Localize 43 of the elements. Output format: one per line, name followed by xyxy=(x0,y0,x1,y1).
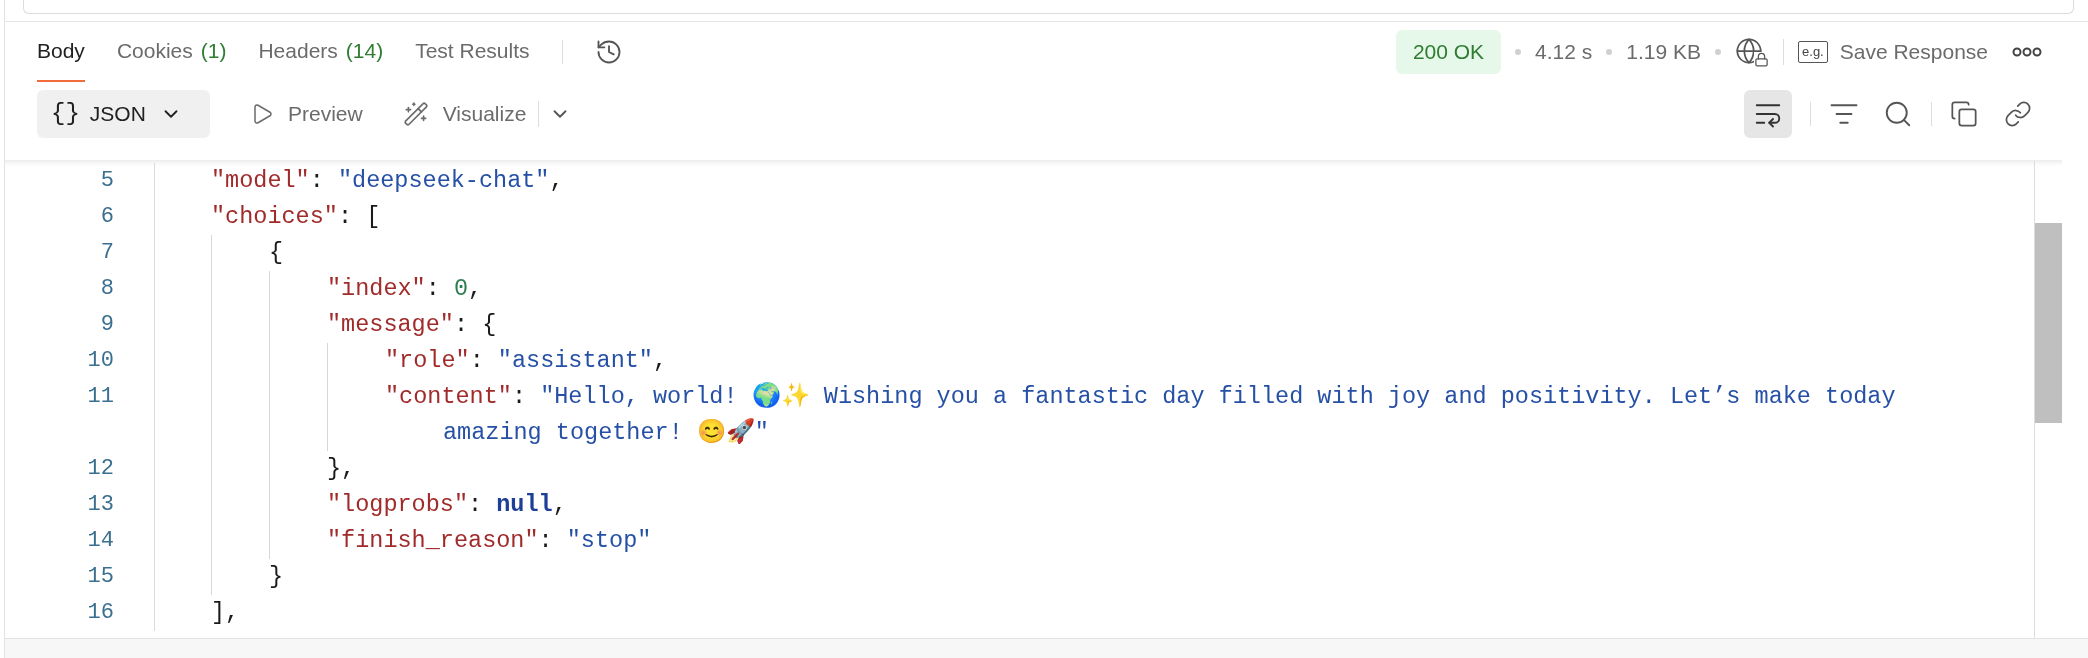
line-number: 13 xyxy=(5,487,155,523)
wand-icon xyxy=(402,101,429,127)
response-tab[interactable]: Body xyxy=(37,22,85,82)
line-number: 10 xyxy=(5,343,155,379)
response-tab[interactable]: Cookies (1) xyxy=(116,22,227,82)
response-time[interactable]: 4.12 s xyxy=(1535,36,1593,68)
line-number: 16 xyxy=(5,595,155,631)
line-number: 15 xyxy=(5,559,155,595)
response-tab[interactable]: Test Results xyxy=(415,22,530,82)
code-line: "finish_reason": "stop" xyxy=(327,526,653,556)
copy-icon[interactable] xyxy=(1950,100,1978,128)
scrollbar-thumb[interactable] xyxy=(2035,223,2062,423)
line-number: 11 xyxy=(5,379,155,451)
code-line: } xyxy=(269,562,285,592)
view-mode-button[interactable]: Visualize xyxy=(402,98,527,130)
code-line: "index": 0, xyxy=(327,274,484,304)
line-number: 14 xyxy=(5,523,155,559)
code-line: "choices": [ xyxy=(211,202,382,232)
code-line: "message": { xyxy=(327,310,498,340)
line-number: 8 xyxy=(5,271,155,307)
code-line: "role": "assistant", xyxy=(385,346,669,376)
code-line: "content": "Hello, world! 🌍✨ Wishing you a fantastic day filled with joy and positivity. Let’s make today amazing together! 😊🚀" xyxy=(385,381,1897,448)
line-number: 9 xyxy=(5,307,155,343)
response-size[interactable]: 1.19 KB xyxy=(1626,36,1702,68)
search-icon[interactable] xyxy=(1883,99,1913,129)
line-number: 6 xyxy=(5,199,155,235)
line-number: 5 xyxy=(5,163,155,199)
wrap-lines-button[interactable] xyxy=(1744,90,1792,138)
code-line: ], xyxy=(211,598,241,628)
code-line: { xyxy=(269,238,285,268)
line-number: 12 xyxy=(5,451,155,487)
code-line: "logprobs": null, xyxy=(327,490,568,520)
line-number: 7 xyxy=(5,235,155,271)
response-tab[interactable]: Headers (14) xyxy=(258,22,384,82)
code-line: }, xyxy=(327,454,357,484)
link-icon[interactable] xyxy=(2004,100,2032,128)
globe-lock-icon[interactable] xyxy=(1735,37,1770,67)
code-line: "model": "deepseek-chat", xyxy=(211,166,565,196)
status-badge: 200 OK xyxy=(1395,30,1502,74)
more-icon[interactable] xyxy=(2012,46,2042,58)
format-dropdown[interactable]: {} JSON xyxy=(37,90,210,138)
view-mode-button[interactable]: Preview xyxy=(250,98,363,130)
save-response-button[interactable]: e.g. Save Response xyxy=(1798,36,1988,68)
